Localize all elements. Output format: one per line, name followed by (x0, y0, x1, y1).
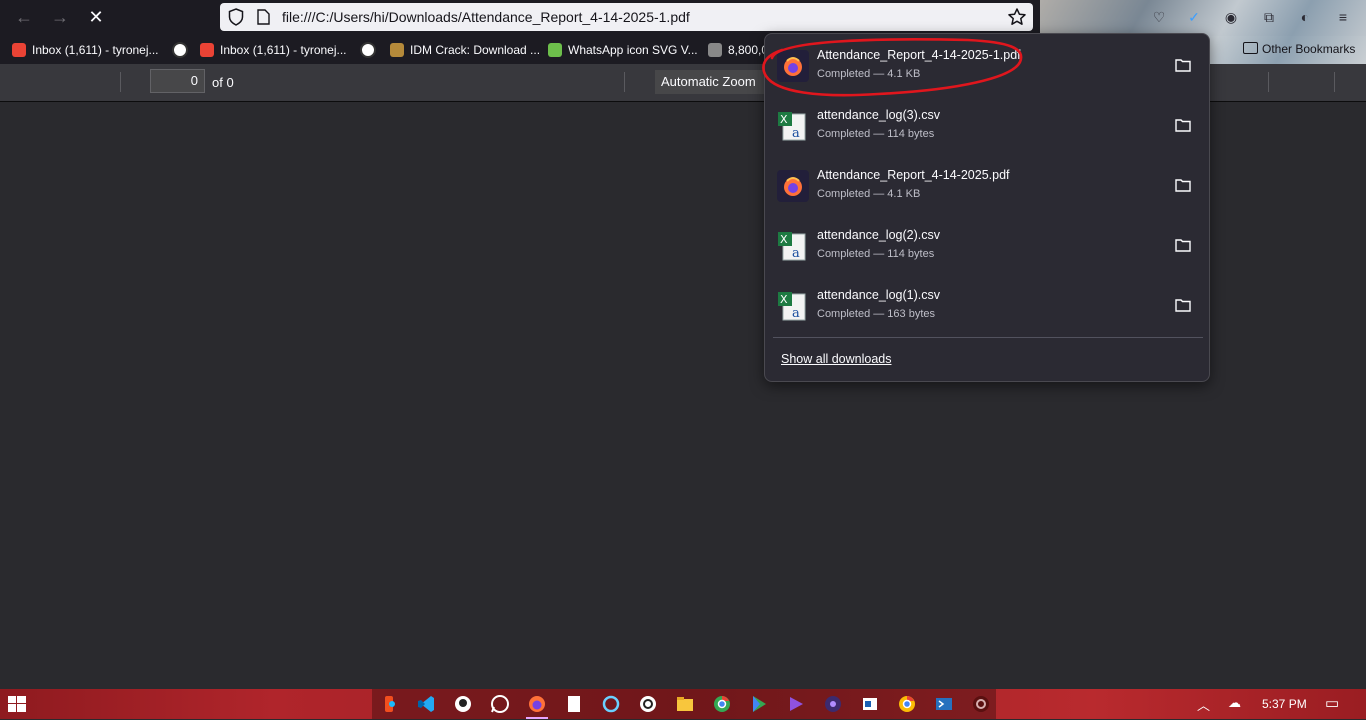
onedrive-sync-icon[interactable]: ☁ (1228, 695, 1241, 711)
whatsapp-icon[interactable] (489, 693, 511, 715)
download-status: Completed — 4.1 KB (817, 68, 921, 80)
notepad-icon[interactable] (563, 693, 585, 715)
toolbar-separator (120, 72, 121, 92)
notification-center-icon[interactable]: ▭ (1325, 694, 1339, 712)
download-status: Completed — 4.1 KB (817, 188, 921, 200)
google-play-icon[interactable] (748, 693, 770, 715)
site-icon (708, 43, 722, 57)
toolbar-separator (624, 72, 625, 92)
windows-taskbar: ︿ ☁ 5:37 PM ▭ (0, 689, 1366, 719)
download-filename: attendance_log(3).csv (817, 108, 940, 122)
show-in-folder-icon[interactable] (1175, 58, 1191, 72)
folder-icon (1243, 42, 1258, 54)
show-all-downloads-link[interactable]: Show all downloads (781, 352, 892, 366)
download-status: Completed — 114 bytes (817, 128, 935, 140)
stop-icon: ✕ (88, 7, 104, 27)
site-icon (172, 42, 188, 58)
show-hidden-icons-chevron-icon[interactable]: ︿ (1197, 695, 1210, 714)
url-text[interactable]: file:///C:/Users/hi/Downloads/Attendance… (282, 9, 690, 25)
account-icon[interactable]: ◉ (1222, 8, 1240, 26)
site-icon (360, 42, 376, 58)
show-in-folder-icon[interactable] (1175, 298, 1191, 312)
pocket-icon[interactable]: ♡ (1150, 8, 1168, 26)
file-page-icon (257, 9, 270, 25)
bookmark-item[interactable]: WhatsApp icon SVG V... (548, 42, 698, 58)
show-in-folder-icon[interactable] (1175, 118, 1191, 132)
page-count-label: of 0 (212, 75, 234, 90)
firefox-icon[interactable] (526, 693, 548, 719)
download-item[interactable]: Xa attendance_log(1).csv Completed — 163… (765, 278, 1209, 336)
show-in-folder-icon[interactable] (1175, 238, 1191, 252)
download-item[interactable]: Attendance_Report_4-14-2025.pdf Complete… (765, 158, 1209, 216)
circle-app-icon[interactable] (600, 693, 622, 715)
powershell-icon[interactable] (933, 693, 955, 715)
firefox-pdf-icon (777, 170, 809, 202)
menu-icon[interactable]: ≡ (1334, 8, 1352, 26)
svg-text:a: a (792, 246, 800, 261)
bookmark-star-icon[interactable] (1007, 7, 1027, 27)
file-explorer-icon[interactable] (674, 693, 696, 715)
chatgpt-icon[interactable] (637, 693, 659, 715)
address-bar[interactable]: file:///C:/Users/hi/Downloads/Attendance… (220, 3, 1033, 31)
bookmark-item[interactable]: Inbox (1,611) - tyronej... (200, 42, 347, 58)
other-bookmarks-button[interactable]: Other Bookmarks (1243, 42, 1355, 56)
excel-csv-icon: Xa (778, 292, 806, 321)
svg-text:a: a (792, 126, 800, 141)
download-item[interactable]: Xa attendance_log(2).csv Completed — 114… (765, 218, 1209, 276)
download-filename: Attendance_Report_4-14-2025.pdf (817, 168, 1010, 182)
download-item[interactable]: Xa attendance_log(3).csv Completed — 114… (765, 98, 1209, 156)
bookmark-item[interactable]: Inbox (1,611) - tyronej... (12, 42, 159, 58)
svg-text:X: X (780, 113, 788, 126)
bookmark-item[interactable]: IDM Crack: Download ... (390, 42, 540, 58)
svg-text:X: X (780, 233, 788, 246)
svg-text:X: X (780, 293, 788, 306)
game-icon[interactable] (822, 693, 844, 715)
firefox-pdf-icon (777, 50, 809, 82)
excel-csv-icon: Xa (778, 112, 806, 141)
figma-icon[interactable] (378, 693, 400, 715)
svg-text:a: a (792, 306, 800, 321)
bookmark-item[interactable] (360, 42, 376, 58)
github-icon[interactable] (452, 693, 474, 715)
toolbar-separator (1268, 72, 1269, 92)
download-status: Completed — 163 bytes (817, 308, 936, 320)
chrome-icon[interactable] (711, 693, 733, 715)
app-icon[interactable] (859, 693, 881, 715)
forward-button[interactable]: → (48, 6, 72, 28)
eye-extension-icon[interactable]: ◐ (1296, 8, 1314, 26)
toolbar-separator (1334, 72, 1335, 92)
svgrepo-icon (548, 43, 562, 57)
stop-button[interactable]: ✕ (84, 6, 108, 28)
chrome-icon[interactable] (896, 693, 918, 715)
zoom-select[interactable]: Automatic Zoom (655, 70, 765, 94)
show-in-folder-icon[interactable] (1175, 178, 1191, 192)
download-status: Completed — 114 bytes (817, 248, 935, 260)
bookmark-item[interactable]: 8,800,0 (708, 42, 768, 58)
vscode-icon[interactable] (415, 693, 437, 715)
gmail-icon (200, 43, 214, 57)
download-filename: attendance_log(1).csv (817, 288, 940, 302)
visual-studio-icon[interactable] (785, 693, 807, 715)
excel-csv-icon: Xa (778, 232, 806, 261)
windows-start-icon[interactable] (8, 696, 26, 712)
gmail-icon (12, 43, 26, 57)
extensions-icon[interactable]: ⧉ (1260, 8, 1278, 26)
back-button[interactable]: ← (12, 6, 36, 28)
download-item[interactable]: Attendance_Report_4-14-2025-1.pdf Comple… (765, 38, 1209, 96)
tracking-protection-icon[interactable] (228, 8, 244, 26)
panel-separator (773, 337, 1203, 338)
back-icon: ← (15, 7, 33, 27)
bookmark-item[interactable] (172, 42, 188, 58)
gear-app-icon[interactable] (970, 693, 992, 715)
forward-icon: → (51, 7, 69, 27)
idm-icon (390, 43, 404, 57)
download-filename: attendance_log(2).csv (817, 228, 940, 242)
extension-check-icon[interactable]: ✓ (1185, 8, 1203, 26)
page-number-input[interactable]: 0 (150, 69, 205, 93)
taskbar-clock[interactable]: 5:37 PM (1262, 697, 1307, 711)
downloads-panel: Attendance_Report_4-14-2025-1.pdf Comple… (764, 33, 1210, 382)
download-filename: Attendance_Report_4-14-2025-1.pdf (817, 48, 1021, 62)
